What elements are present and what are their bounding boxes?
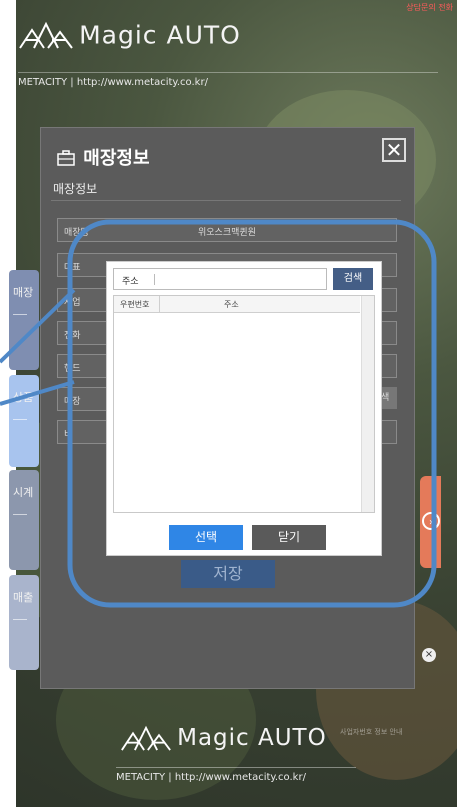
side-tab-sales[interactable]: 매출 — [9, 575, 39, 670]
form-value: 위오스크맥퀸원 — [198, 228, 256, 238]
form-label: 사업 — [64, 298, 81, 308]
side-tab-clock[interactable]: 시계 — [9, 470, 39, 570]
brand-header: Magic AUTO — [18, 20, 241, 50]
close-icon[interactable]: ✕ — [382, 138, 406, 162]
address-input[interactable] — [160, 271, 320, 287]
divider — [13, 514, 27, 515]
address-label: 주소 — [122, 277, 139, 287]
side-tab-label: 매장 — [13, 286, 34, 299]
column-header-address: 주소 — [224, 300, 239, 309]
form-label: 대표 — [64, 263, 81, 273]
divider — [51, 200, 401, 201]
scrollbar[interactable] — [361, 296, 374, 512]
logo-icon — [121, 725, 171, 751]
tab-store-info[interactable]: 매장정보 — [53, 180, 97, 197]
form-label: 매장명 — [64, 228, 89, 238]
brand-name: Magic AUTO — [177, 725, 327, 751]
expand-tab[interactable]: › — [420, 476, 441, 568]
form-label: 비 — [64, 430, 73, 440]
divider — [159, 296, 160, 312]
close-button[interactable]: 닫기 — [252, 525, 326, 550]
brand-url[interactable]: METACITY | http://www.metacity.co.kr/ — [18, 72, 438, 88]
chevron-right-icon: › — [422, 512, 440, 530]
save-button[interactable]: 저장 — [181, 560, 275, 588]
brand-footer: Magic AUTO — [120, 724, 327, 752]
footer-note: 사업자번호 정보 안내 — [340, 728, 403, 736]
brand-url[interactable]: METACITY | http://www.metacity.co.kr/ — [116, 767, 356, 783]
brand-name: Magic AUTO — [79, 20, 241, 50]
logo-icon — [19, 21, 73, 49]
side-tab-store[interactable]: 매장 — [9, 270, 39, 370]
side-tab-label: 시계 — [13, 486, 34, 499]
search-button[interactable]: 검색 — [333, 268, 373, 290]
address-field: 주소 — [113, 268, 327, 290]
divider — [13, 619, 27, 620]
divider — [13, 314, 27, 315]
side-tab-label: 상품 — [13, 391, 34, 404]
column-header-zipcode: 우편번호 — [120, 300, 150, 309]
close-badge-icon[interactable]: × — [422, 648, 436, 662]
briefcase-icon — [57, 150, 75, 166]
form-row-name[interactable]: 매장명 위오스크맥퀸원 — [57, 218, 397, 242]
dialog-title: 매장정보 — [57, 144, 150, 170]
side-tab-label: 매출 — [13, 591, 34, 604]
divider — [13, 419, 27, 420]
result-header: 우편번호 주소 — [114, 296, 360, 313]
divider — [154, 274, 155, 285]
side-tab-product[interactable]: 상품 — [9, 375, 39, 467]
form-label: 전화 — [64, 331, 81, 341]
address-search-popup: 주소 검색 우편번호 주소 선택 닫기 — [106, 261, 382, 556]
dialog-title-text: 매장정보 — [83, 148, 150, 169]
form-label: 핸드 — [64, 364, 81, 374]
address-result-list[interactable]: 우편번호 주소 — [113, 295, 375, 513]
form-label: 매장 — [64, 397, 81, 407]
corner-tag: 상담문의 전화 — [406, 3, 453, 12]
select-button[interactable]: 선택 — [169, 525, 243, 550]
